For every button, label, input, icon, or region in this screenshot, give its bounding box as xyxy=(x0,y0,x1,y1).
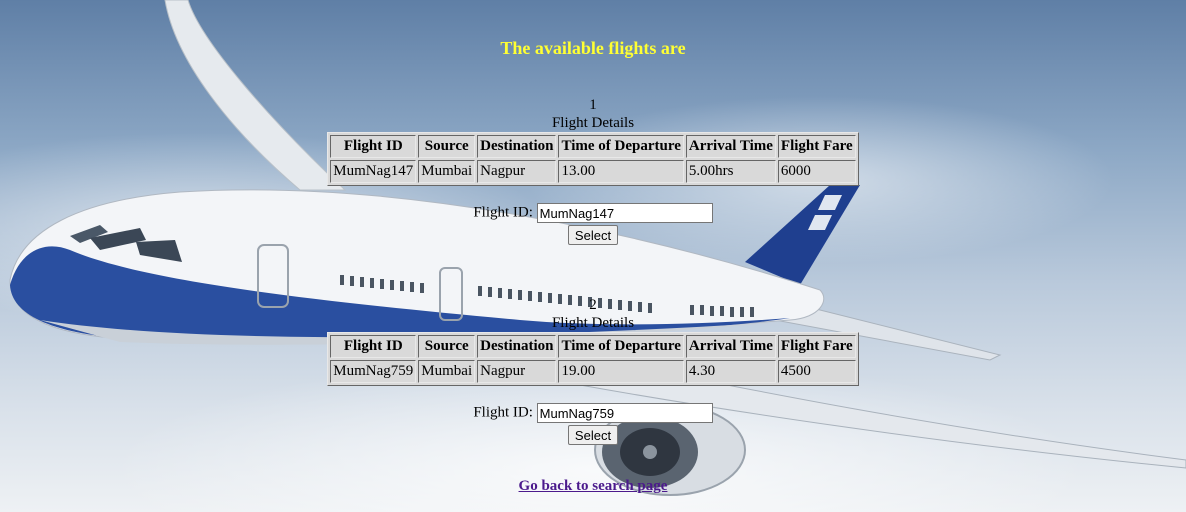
table-header-row: Flight ID Source Destination Time of Dep… xyxy=(330,335,856,358)
flight-id-label: Flight ID: xyxy=(473,404,533,421)
cell-flight-id: MumNag759 xyxy=(330,360,417,383)
cell-arrival-time: 5.00hrs xyxy=(685,160,776,183)
cell-departure-time: 13.00 xyxy=(558,160,684,183)
page-title: The available flights are xyxy=(500,38,686,58)
flight-select-form: Flight ID: Select xyxy=(0,203,1186,245)
header-flight-id: Flight ID xyxy=(330,135,417,158)
header-source: Source xyxy=(418,135,476,158)
flight-select-form: Flight ID: Select xyxy=(0,403,1186,445)
header-destination: Destination xyxy=(477,335,557,358)
header-flight-fare: Flight Fare xyxy=(777,335,856,358)
flight-number: 2 xyxy=(589,297,597,313)
back-to-search-link[interactable]: Go back to search page xyxy=(519,478,668,494)
cell-departure-time: 19.00 xyxy=(558,360,684,383)
table-row: MumNag759 Mumbai Nagpur 19.00 4.30 4500 xyxy=(330,360,856,383)
cell-source: Mumbai xyxy=(418,160,476,183)
table-caption: Flight Details xyxy=(551,315,635,331)
back-link-container: Go back to search page xyxy=(0,478,1186,495)
flight-id-input[interactable] xyxy=(536,203,713,223)
flight-id-input[interactable] xyxy=(536,403,713,423)
header-source: Source xyxy=(418,335,476,358)
flight-id-label: Flight ID: xyxy=(473,204,533,221)
cell-flight-fare: 6000 xyxy=(777,160,856,183)
table-header-row: Flight ID Source Destination Time of Dep… xyxy=(330,135,856,158)
flight-details-table: Flight ID Source Destination Time of Dep… xyxy=(327,332,859,386)
header-arrival-time: Arrival Time xyxy=(685,135,776,158)
flight-block-2: 2 Flight Details Flight ID Source Destin… xyxy=(0,296,1186,445)
cell-source: Mumbai xyxy=(418,360,476,383)
cell-arrival-time: 4.30 xyxy=(685,360,776,383)
cell-flight-id: MumNag147 xyxy=(330,160,417,183)
header-destination: Destination xyxy=(477,135,557,158)
flight-number: 1 xyxy=(589,97,597,113)
cell-destination: Nagpur xyxy=(477,360,557,383)
table-row: MumNag147 Mumbai Nagpur 13.00 5.00hrs 60… xyxy=(330,160,856,183)
header-flight-id: Flight ID xyxy=(330,335,417,358)
cell-flight-fare: 4500 xyxy=(777,360,856,383)
select-button[interactable]: Select xyxy=(567,225,619,245)
flight-block-1: 1 Flight Details Flight ID Source Destin… xyxy=(0,96,1186,245)
header-departure-time: Time of Departure xyxy=(558,335,684,358)
select-button[interactable]: Select xyxy=(567,425,619,445)
header-arrival-time: Arrival Time xyxy=(685,335,776,358)
header-departure-time: Time of Departure xyxy=(558,135,684,158)
header-flight-fare: Flight Fare xyxy=(777,135,856,158)
cell-destination: Nagpur xyxy=(477,160,557,183)
table-caption: Flight Details xyxy=(551,115,635,131)
flight-details-table: Flight ID Source Destination Time of Dep… xyxy=(327,132,859,186)
